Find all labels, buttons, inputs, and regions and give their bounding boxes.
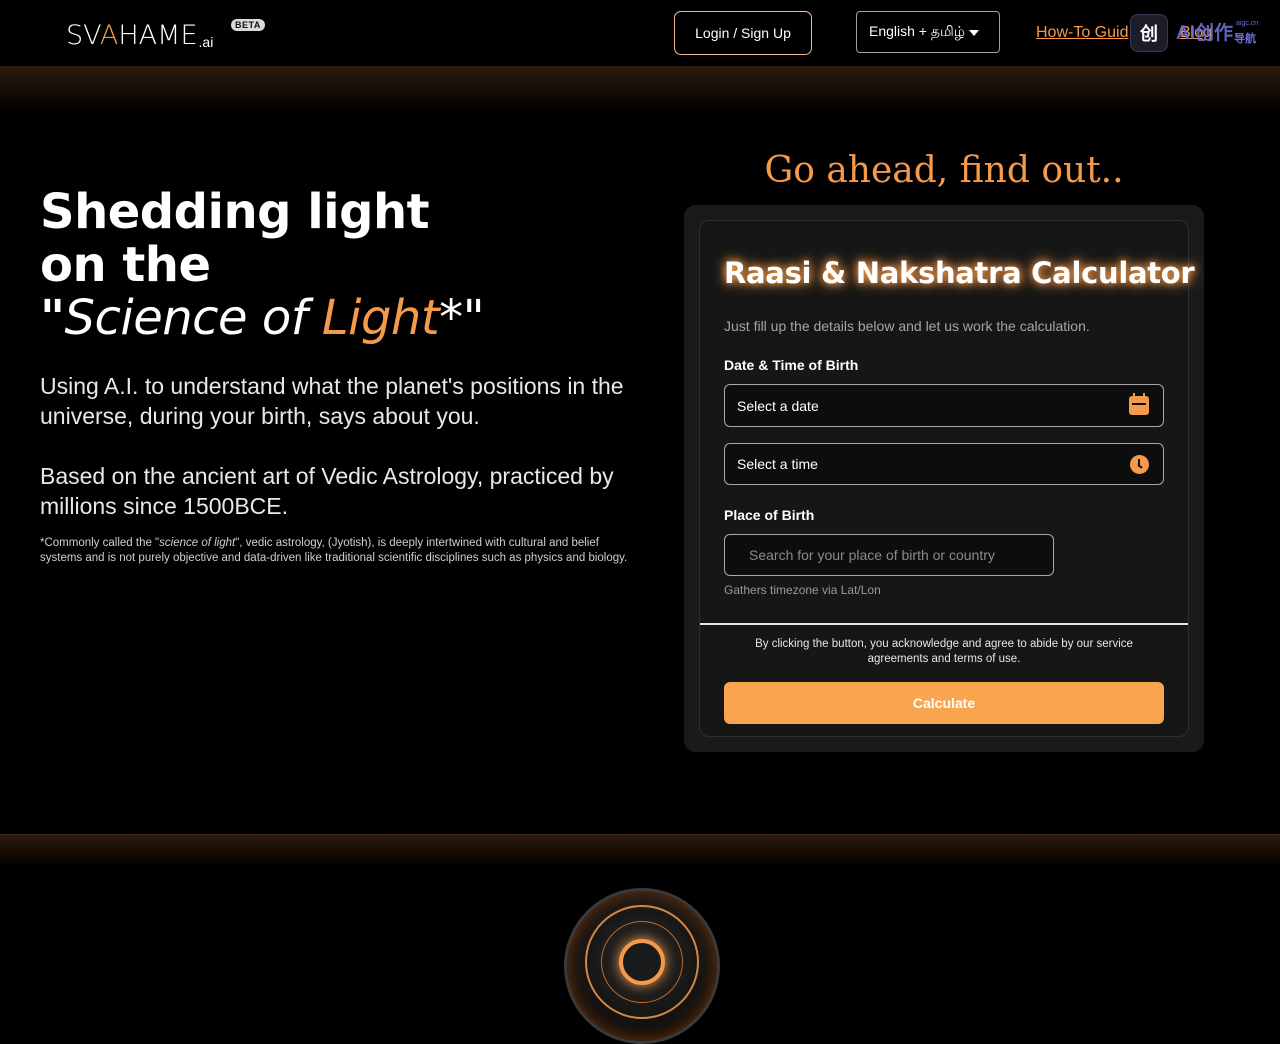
place-placeholder: Search for your place of birth or countr…	[749, 547, 995, 563]
hero-paragraph-1: Using A.I. to understand what the planet…	[40, 373, 624, 429]
extension-domain: aigc.cn	[1236, 20, 1259, 27]
hero-title-line-1: Shedding light	[40, 184, 430, 240]
beta-badge: BETA	[231, 19, 265, 31]
section-glow	[0, 834, 1280, 868]
calculate-button[interactable]: Calculate	[724, 682, 1164, 724]
login-signup-button[interactable]: Login / Sign Up	[674, 11, 812, 55]
nav-how-to-guide-link[interactable]: How-To Guid	[1036, 24, 1128, 42]
astrolabe-core	[619, 939, 665, 985]
logo[interactable]: SVAHAME .ai	[66, 16, 213, 52]
hero-title-line-3: "Science of Light*"	[40, 290, 485, 346]
terms-text: By clicking the button, you acknowledge …	[755, 638, 1133, 665]
astrolabe-graphic	[564, 888, 720, 1044]
form-divider	[700, 623, 1188, 625]
language-select[interactable]: English + தமிழ்	[856, 11, 1000, 53]
time-input[interactable]: Select a time	[724, 443, 1164, 485]
calculator-title: Raasi & Nakshatra Calculator	[724, 256, 1195, 290]
extension-sub-label: 导航	[1234, 33, 1256, 45]
clock-icon[interactable]	[1130, 455, 1149, 474]
extension-logo-icon[interactable]: 创	[1130, 14, 1168, 52]
date-placeholder: Select a date	[737, 397, 819, 414]
logo-suffix: .ai	[198, 34, 214, 50]
header-glow	[0, 67, 1280, 112]
calculator-subtitle: Just fill up the details below and let u…	[724, 318, 1090, 334]
place-hint: Gathers timezone via Lat/Lon	[724, 583, 881, 597]
site-header: SVAHAME .ai BETA Login / Sign Up English…	[0, 0, 1280, 67]
calendar-icon[interactable]	[1129, 393, 1149, 415]
place-label: Place of Birth	[724, 507, 815, 523]
form-cta-heading: Go ahead, find out..	[764, 150, 1124, 191]
chevron-down-icon	[969, 30, 979, 36]
place-search-input[interactable]: Search for your place of birth or countr…	[724, 534, 1054, 576]
logo-wordmark: SVAHAME	[66, 20, 198, 51]
language-selected-label: English + தமிழ்	[869, 22, 966, 39]
time-placeholder: Select a time	[737, 456, 818, 472]
date-time-label: Date & Time of Birth	[724, 357, 859, 373]
hero-footnote: *Commonly called the "science of light",…	[40, 537, 628, 564]
hero-title: Shedding light on the "Science of Light*…	[40, 184, 485, 346]
hero-title-line-2: on the	[40, 237, 211, 293]
date-input[interactable]: Select a date	[724, 384, 1164, 427]
extension-label[interactable]: AI创作	[1176, 18, 1233, 45]
hero-paragraph-2: Based on the ancient art of Vedic Astrol…	[40, 463, 614, 519]
